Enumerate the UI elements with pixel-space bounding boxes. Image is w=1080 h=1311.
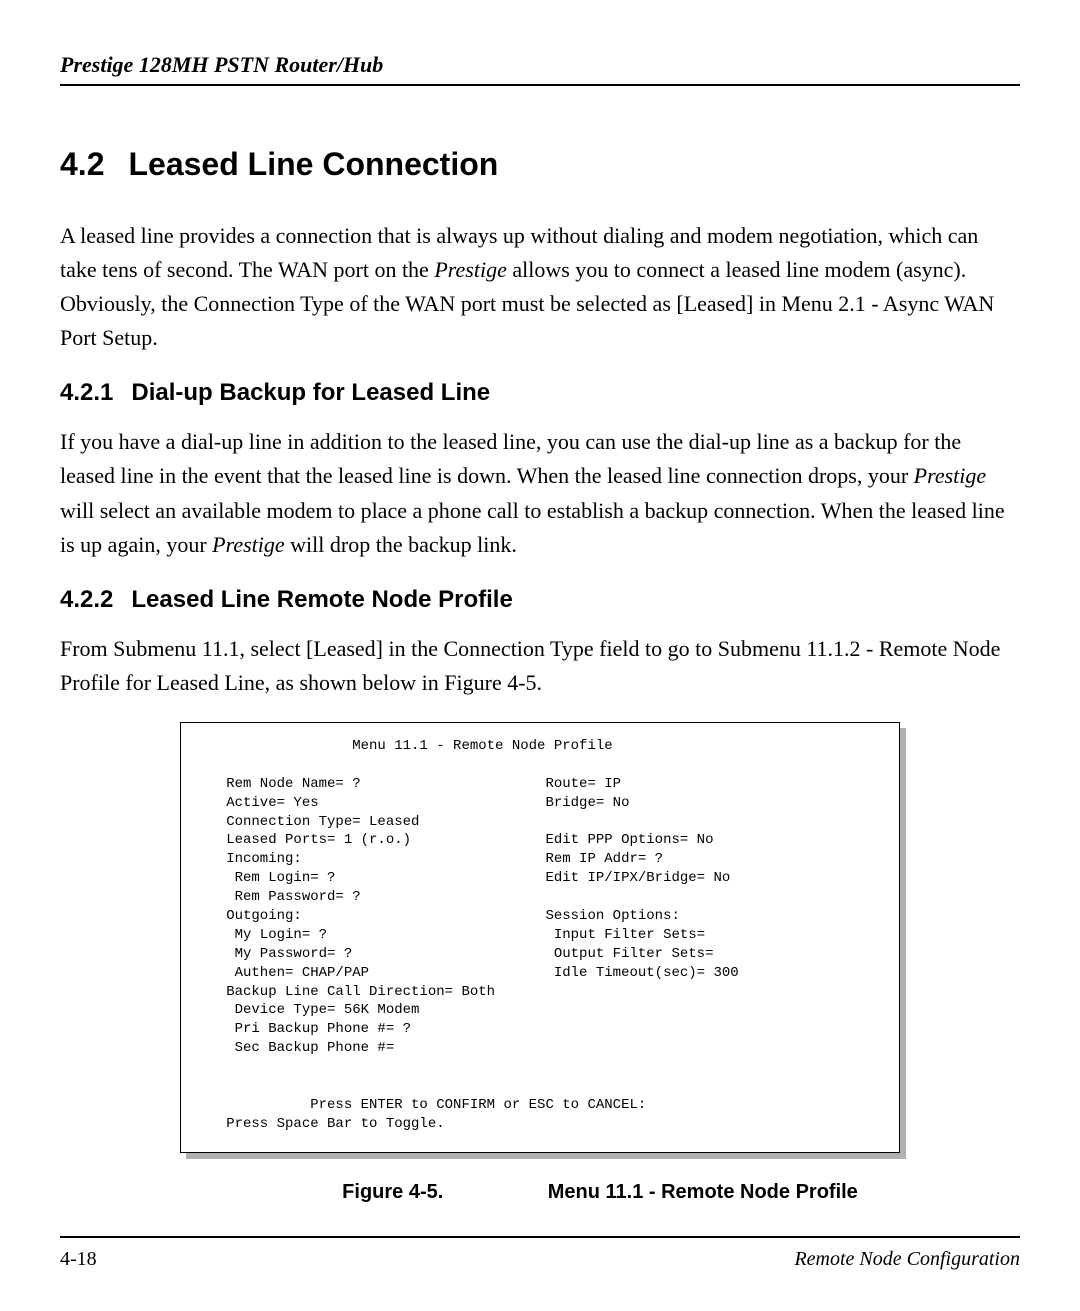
- text: will select an available modem to place …: [60, 498, 1005, 557]
- figure-label: Figure 4-5.: [342, 1181, 542, 1204]
- terminal-menu: Menu 11.1 - Remote Node Profile Rem Node…: [180, 722, 900, 1153]
- product-name: Prestige: [212, 532, 285, 557]
- menu-line: Device Type= 56K Modem: [201, 1002, 419, 1018]
- menu-line: My Password= ? Output Filter Sets=: [201, 946, 713, 962]
- menu-line: Rem Password= ?: [201, 889, 361, 905]
- section-title: Leased Line Connection: [128, 146, 498, 183]
- terminal-menu-figure: Menu 11.1 - Remote Node Profile Rem Node…: [180, 722, 900, 1153]
- menu-line: Sec Backup Phone #=: [201, 1040, 394, 1056]
- menu-prompt: Press Space Bar to Toggle.: [201, 1116, 445, 1132]
- menu-title: Menu 11.1 - Remote Node Profile: [201, 738, 613, 754]
- menu-line: Leased Ports= 1 (r.o.) Edit PPP Options=…: [201, 832, 713, 848]
- product-name: Prestige: [914, 463, 987, 488]
- menu-line: Incoming: Rem IP Addr= ?: [201, 851, 663, 867]
- menu-line: Connection Type= Leased: [201, 814, 419, 830]
- figure-caption: Figure 4-5. Menu 11.1 - Remote Node Prof…: [60, 1181, 1020, 1204]
- page-footer: 4-18 Remote Node Configuration: [60, 1236, 1020, 1271]
- subsection-number: 4.2.2: [60, 586, 113, 614]
- sub1-paragraph: If you have a dial-up line in addition t…: [60, 425, 1020, 561]
- subsection-number: 4.2.1: [60, 379, 113, 407]
- menu-line: Rem Node Name= ? Route= IP: [201, 776, 621, 792]
- subsection-heading-422: 4.2.2 Leased Line Remote Node Profile: [60, 586, 1020, 614]
- page-number: 4-18: [60, 1248, 97, 1271]
- subsection-heading-421: 4.2.1 Dial-up Backup for Leased Line: [60, 379, 1020, 407]
- product-name: Prestige: [434, 257, 507, 282]
- menu-line: Backup Line Call Direction= Both: [201, 984, 495, 1000]
- subsection-title: Leased Line Remote Node Profile: [131, 586, 512, 614]
- menu-line: Authen= CHAP/PAP Idle Timeout(sec)= 300: [201, 965, 739, 981]
- menu-line: Outgoing: Session Options:: [201, 908, 680, 924]
- subsection-title: Dial-up Backup for Leased Line: [131, 379, 490, 407]
- menu-line: Pri Backup Phone #= ?: [201, 1021, 411, 1037]
- page: Prestige 128MH PSTN Router/Hub 4.2 Lease…: [0, 0, 1080, 1311]
- section-number: 4.2: [60, 146, 104, 183]
- text: will drop the backup link.: [285, 532, 517, 557]
- figure-title: Menu 11.1 - Remote Node Profile: [548, 1181, 858, 1203]
- sub2-paragraph: From Submenu 11.1, select [Leased] in th…: [60, 632, 1020, 700]
- menu-prompt: Press ENTER to CONFIRM or ESC to CANCEL:: [201, 1097, 646, 1113]
- menu-line: My Login= ? Input Filter Sets=: [201, 927, 705, 943]
- text: If you have a dial-up line in addition t…: [60, 429, 961, 488]
- intro-paragraph: A leased line provides a connection that…: [60, 219, 1020, 355]
- menu-line: Rem Login= ? Edit IP/IPX/Bridge= No: [201, 870, 730, 886]
- section-heading: 4.2 Leased Line Connection: [60, 146, 1020, 183]
- menu-line: Active= Yes Bridge= No: [201, 795, 629, 811]
- running-header: Prestige 128MH PSTN Router/Hub: [60, 52, 1020, 86]
- chapter-name: Remote Node Configuration: [794, 1248, 1020, 1271]
